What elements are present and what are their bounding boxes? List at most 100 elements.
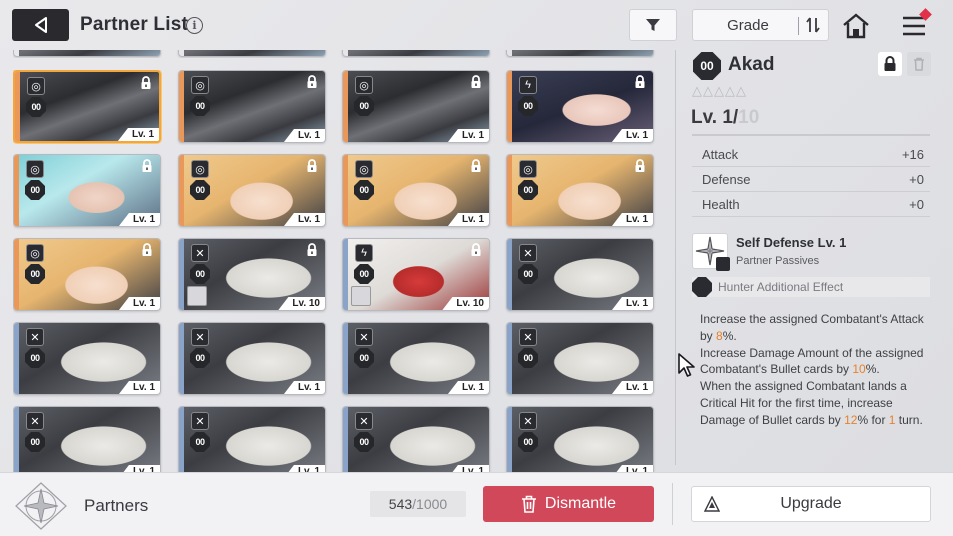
desc-text: Increase Damage Amount of the assigned C… bbox=[700, 345, 924, 377]
partner-portrait bbox=[19, 50, 160, 56]
lock-icon bbox=[471, 159, 481, 172]
partner-code-badge: 00 bbox=[25, 264, 45, 284]
page-title: Partner List bbox=[80, 14, 188, 35]
stat-attack: Attack +16 bbox=[692, 143, 930, 167]
menu-button[interactable] bbox=[900, 8, 932, 40]
partner-code-badge: 00 bbox=[518, 180, 538, 200]
dismantle-button[interactable]: Dismantle bbox=[483, 486, 654, 522]
count-total: 1000 bbox=[416, 496, 448, 512]
partner-card[interactable] bbox=[178, 50, 326, 57]
stat-value: +16 bbox=[901, 147, 924, 162]
level-current: Lv. 1/ bbox=[691, 107, 739, 128]
filter-button[interactable] bbox=[629, 9, 677, 41]
swords-icon: ✕ bbox=[355, 412, 373, 430]
partner-card[interactable] bbox=[506, 50, 654, 57]
partner-card[interactable]: ◎ 00 Lv. 1 bbox=[178, 70, 326, 143]
lock-icon bbox=[471, 75, 481, 88]
partner-code-badge: 00 bbox=[354, 180, 374, 200]
partner-card[interactable]: ◎ 00 Lv. 1 bbox=[13, 154, 161, 227]
partner-card[interactable]: ✕ 00 Lv. 1 bbox=[342, 406, 490, 472]
upgrade-label: Upgrade bbox=[780, 495, 842, 512]
partner-details: 00 Akad △△△△△ Lv. 1/10 Attack +16 Defens… bbox=[675, 50, 953, 470]
partner-card[interactable]: ◎ 00 Lv. 1 bbox=[506, 154, 654, 227]
partner-card[interactable]: ◎ 00 Lv. 1 bbox=[13, 238, 161, 311]
home-button[interactable] bbox=[840, 10, 872, 42]
partner-code-badge: 00 bbox=[190, 264, 210, 284]
level-display: Lv. 1/10 bbox=[691, 107, 759, 129]
partner-card[interactable]: ✕ 00 Lv. 1 bbox=[342, 322, 490, 395]
stat-label: Attack bbox=[702, 147, 739, 162]
partners-label: Partners bbox=[84, 496, 149, 515]
partner-code-badge: 00 bbox=[354, 348, 374, 368]
bolt-icon: ϟ bbox=[519, 76, 537, 94]
grade-stars: △△△△△ bbox=[692, 83, 747, 98]
back-arrow-icon bbox=[34, 17, 47, 33]
mouse-cursor-icon bbox=[678, 353, 695, 377]
bottom-bar: Partners 543 / 1000 Dismantle Upgrade bbox=[0, 472, 953, 536]
partner-card[interactable]: ◎ 00 Lv. 1 bbox=[342, 154, 490, 227]
swords-icon: ✕ bbox=[519, 328, 537, 346]
lock-icon bbox=[635, 159, 645, 172]
partner-card[interactable]: ✕ 00 Lv. 10 bbox=[178, 238, 326, 311]
sort-dropdown[interactable]: Grade bbox=[692, 9, 829, 41]
partner-code-badge: 00 bbox=[25, 180, 45, 200]
target-icon: ◎ bbox=[27, 77, 45, 95]
stat-defense: Defense +0 bbox=[692, 168, 930, 192]
partner-card[interactable] bbox=[13, 50, 161, 57]
target-icon: ◎ bbox=[355, 160, 373, 178]
desc-text: %. bbox=[865, 362, 880, 377]
filter-icon bbox=[646, 19, 660, 31]
partner-name: Akad bbox=[728, 54, 775, 75]
desc-text: % for bbox=[857, 412, 889, 427]
skill-icon[interactable] bbox=[692, 233, 730, 271]
assigned-combatant-avatar bbox=[187, 286, 207, 306]
partner-card[interactable]: ✕ 00 Lv. 1 bbox=[506, 406, 654, 472]
partner-card[interactable]: ϟ 00 Lv. 1 bbox=[506, 70, 654, 143]
partner-portrait bbox=[512, 50, 653, 56]
skill-type: Partner Passives bbox=[736, 255, 820, 267]
partner-card[interactable]: ϟ 00 Lv. 10 bbox=[342, 238, 490, 311]
partner-card[interactable]: ✕ 00 Lv. 1 bbox=[506, 238, 654, 311]
swords-icon: ✕ bbox=[191, 328, 209, 346]
lock-icon bbox=[142, 159, 152, 172]
partner-code-badge: 00 bbox=[25, 348, 45, 368]
skill-name: Self Defense Lv. 1 bbox=[736, 235, 847, 250]
desc-text: turn. bbox=[895, 412, 923, 427]
hunter-effect-row[interactable]: Hunter Additional Effect bbox=[692, 277, 930, 297]
partner-code-badge: 00 bbox=[354, 432, 374, 452]
partner-card[interactable]: ✕ 00 Lv. 1 bbox=[13, 322, 161, 395]
target-icon: ◎ bbox=[26, 160, 44, 178]
top-bar: Partner List i Grade bbox=[0, 0, 953, 50]
swords-icon: ✕ bbox=[26, 412, 44, 430]
stat-value: +0 bbox=[909, 197, 924, 212]
partner-card[interactable] bbox=[342, 50, 490, 57]
partner-code-badge: 00 bbox=[190, 180, 210, 200]
delete-button[interactable] bbox=[907, 52, 931, 76]
partner-code-badge: 00 bbox=[25, 432, 45, 452]
lock-icon bbox=[471, 243, 481, 256]
partner-code-badge: 00 bbox=[518, 96, 538, 116]
stat-label: Defense bbox=[702, 172, 751, 187]
partner-card[interactable]: ✕ 00 Lv. 1 bbox=[13, 406, 161, 472]
back-button[interactable] bbox=[12, 9, 69, 41]
partner-code-badge: 00 bbox=[354, 96, 374, 116]
partner-card[interactable]: ✕ 00 Lv. 1 bbox=[178, 406, 326, 472]
footer-divider bbox=[672, 483, 673, 525]
partner-card[interactable]: ◎ 00 Lv. 1 bbox=[342, 70, 490, 143]
lock-button[interactable] bbox=[878, 52, 902, 76]
partner-card[interactable]: ✕ 00 Lv. 1 bbox=[506, 322, 654, 395]
partner-card[interactable]: ◎ 00 Lv. 1 bbox=[13, 70, 161, 143]
lock-icon bbox=[307, 159, 317, 172]
partners-compass-icon bbox=[8, 481, 74, 531]
sort-order-icon[interactable] bbox=[805, 16, 821, 34]
desc-value: 8 bbox=[716, 328, 723, 343]
bolt-icon: ϟ bbox=[355, 244, 373, 262]
partner-card[interactable]: ◎ 00 Lv. 1 bbox=[178, 154, 326, 227]
assigned-combatant-avatar bbox=[351, 286, 371, 306]
partner-card[interactable]: ✕ 00 Lv. 1 bbox=[178, 322, 326, 395]
partner-code-badge: 00 bbox=[190, 348, 210, 368]
desc-value: 12 bbox=[844, 412, 858, 427]
magnify-icon bbox=[716, 257, 730, 271]
upgrade-button[interactable]: Upgrade bbox=[691, 486, 931, 522]
info-icon[interactable]: i bbox=[186, 17, 203, 34]
